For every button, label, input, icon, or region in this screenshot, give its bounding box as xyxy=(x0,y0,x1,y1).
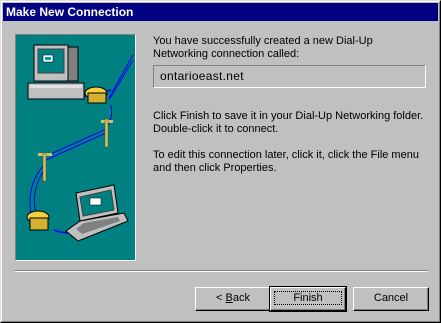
connection-name-field: ontarioeast.net xyxy=(153,65,426,88)
cancel-button[interactable]: Cancel xyxy=(353,287,429,311)
intro-text: You have successfully created a new Dial… xyxy=(153,35,373,60)
separator xyxy=(15,270,428,272)
finish-instructions: Click Finish to save it in your Dial-Up … xyxy=(153,110,424,135)
make-new-connection-dialog: Make New Connection You have successfull… xyxy=(0,0,441,323)
cancel-button-label: Cancel xyxy=(373,292,409,304)
finish-button[interactable]: Finish xyxy=(269,286,347,312)
back-button-accel: B xyxy=(225,292,233,304)
network-illustration-icon xyxy=(26,44,134,242)
connection-name-value: ontarioeast.net xyxy=(160,69,244,83)
back-button[interactable]: < Back xyxy=(195,287,271,311)
finish-button-label: Finish xyxy=(274,291,342,305)
window-title: Make New Connection xyxy=(6,5,134,19)
title-bar[interactable]: Make New Connection xyxy=(3,3,438,21)
connection-illustration xyxy=(15,34,136,261)
edit-instructions: To edit this connection later, click it,… xyxy=(153,149,419,174)
back-button-rest: ack xyxy=(232,292,250,304)
back-button-prefix: < xyxy=(216,292,226,304)
